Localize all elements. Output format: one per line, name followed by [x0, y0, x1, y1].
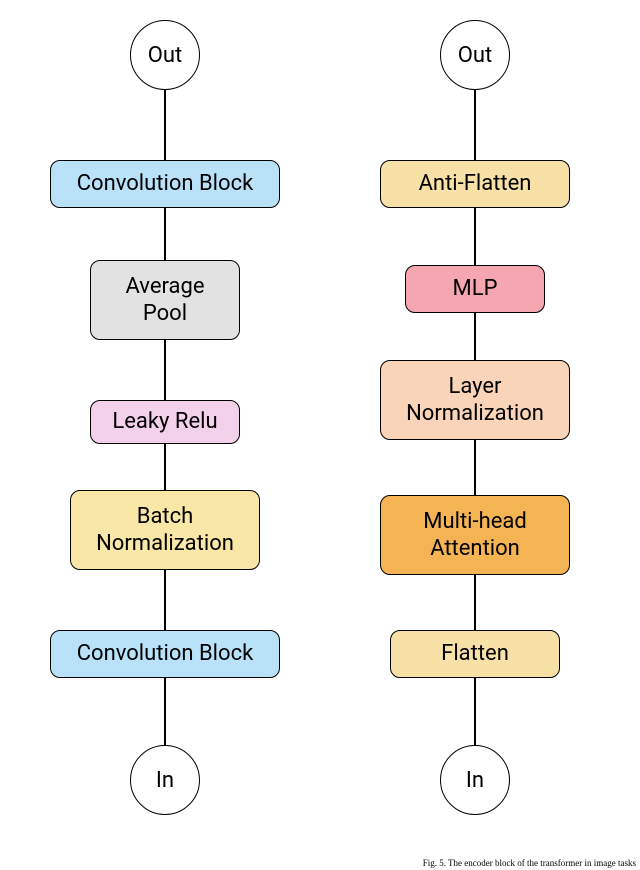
left-in-label: In	[156, 768, 174, 793]
right-in-label: In	[466, 768, 484, 793]
right-column: Out Anti-Flatten MLP Layer Normalization…	[320, 10, 630, 840]
left-block-conv1-label: Convolution Block	[77, 170, 254, 198]
left-block-conv2-label: Convolution Block	[77, 640, 254, 668]
left-block-avgpool: Average Pool	[90, 260, 240, 340]
diagram-columns: Out Convolution Block Average Pool Leaky…	[0, 0, 640, 870]
left-block-avgpool-label: Average Pool	[125, 273, 204, 328]
left-block-leakyrelu: Leaky Relu	[90, 400, 240, 444]
left-column: Out Convolution Block Average Pool Leaky…	[10, 10, 320, 840]
right-block-layernorm: Layer Normalization	[380, 360, 570, 440]
right-block-mlp: MLP	[405, 265, 545, 313]
right-in-node: In	[440, 745, 510, 815]
right-block-antiflatten: Anti-Flatten	[380, 160, 570, 208]
left-block-batchnorm: Batch Normalization	[70, 490, 260, 570]
left-block-leakyrelu-label: Leaky Relu	[112, 408, 217, 436]
left-block-conv2: Convolution Block	[50, 630, 280, 678]
right-block-flatten: Flatten	[390, 630, 560, 678]
right-block-antiflatten-label: Anti-Flatten	[419, 170, 532, 198]
right-out-label: Out	[458, 43, 492, 68]
right-out-node: Out	[440, 20, 510, 90]
figure-caption: Fig. 5. The encoder block of the transfo…	[423, 858, 636, 868]
left-out-node: Out	[130, 20, 200, 90]
right-block-mlp-label: MLP	[453, 275, 498, 303]
right-block-layernorm-label: Layer Normalization	[406, 373, 544, 428]
left-block-batchnorm-label: Batch Normalization	[96, 503, 234, 558]
right-block-mha: Multi-head Attention	[380, 495, 570, 575]
left-out-label: Out	[148, 43, 182, 68]
right-block-flatten-label: Flatten	[441, 640, 509, 668]
right-block-mha-label: Multi-head Attention	[423, 508, 526, 563]
left-block-conv1: Convolution Block	[50, 160, 280, 208]
left-in-node: In	[130, 745, 200, 815]
